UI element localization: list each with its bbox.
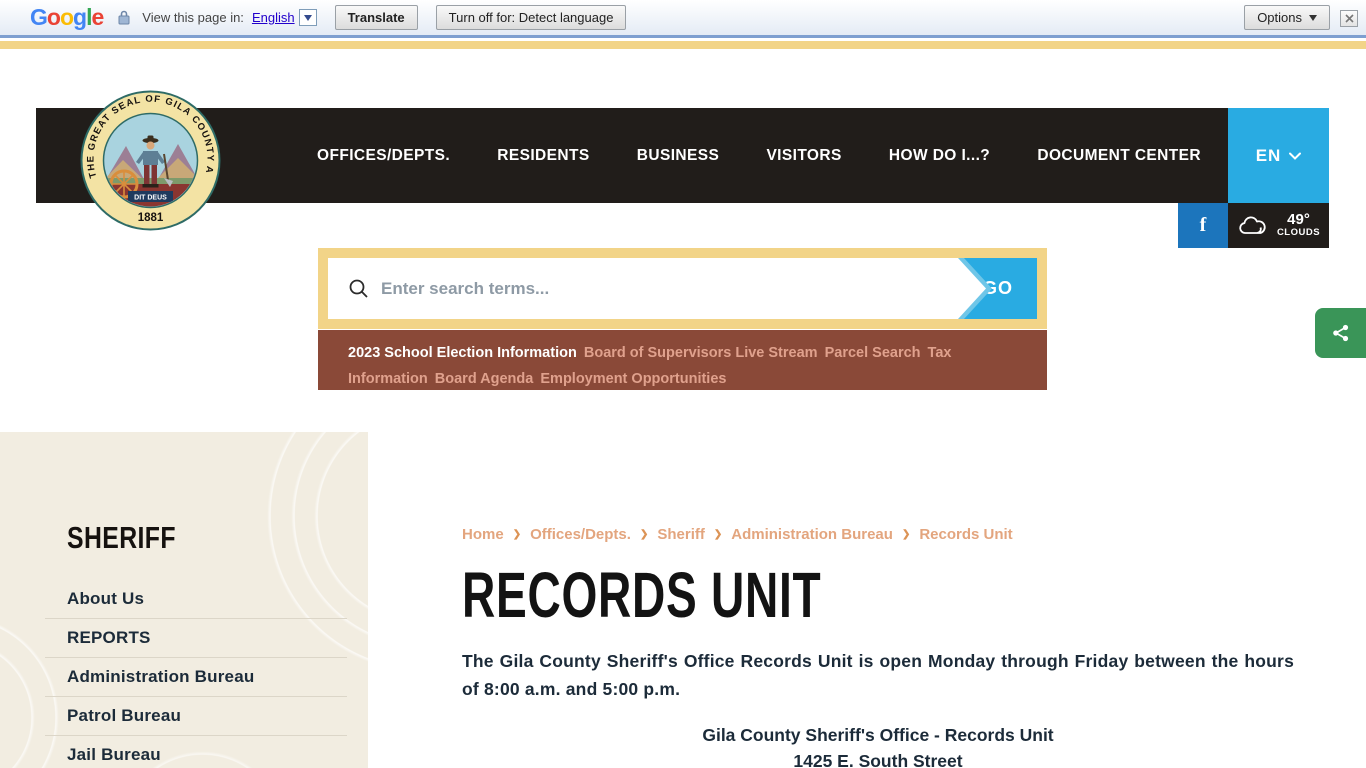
- facebook-icon: f: [1200, 214, 1207, 237]
- sidebar-item-label: Patrol Bureau: [45, 697, 347, 735]
- turn-off-button[interactable]: Turn off for: Detect language: [436, 5, 627, 30]
- language-code: EN: [1256, 146, 1282, 166]
- nav-residents[interactable]: RESIDENTS: [497, 147, 589, 165]
- sidebar-item-label: Jail Bureau: [45, 736, 347, 768]
- nav-how-do-i[interactable]: HOW DO I...?: [889, 147, 990, 165]
- nav-document-center[interactable]: DOCUMENT CENTER: [1037, 147, 1201, 165]
- breadcrumb-separator-icon: ❯: [513, 529, 521, 540]
- breadcrumb-current-records-unit: Records Unit: [919, 526, 1012, 543]
- office-address: Gila County Sheriff's Office - Records U…: [462, 722, 1294, 768]
- breadcrumb-administration-bureau[interactable]: Administration Bureau: [731, 526, 893, 543]
- quick-link-live-stream[interactable]: Board of Supervisors Live Stream: [584, 345, 818, 361]
- intro-paragraph: The Gila County Sheriff's Office Records…: [462, 648, 1294, 703]
- quick-link-employment[interactable]: Employment Opportunities: [540, 371, 726, 387]
- quick-link-parcel-search[interactable]: Parcel Search: [825, 345, 921, 361]
- cloud-icon: [1237, 216, 1267, 236]
- chevron-down-icon: [1289, 152, 1301, 160]
- seal-motto: DIT DEUS: [134, 195, 167, 202]
- dropdown-arrow-icon: [1309, 15, 1317, 21]
- facebook-button[interactable]: f: [1178, 203, 1228, 248]
- sidebar-menu: About Us REPORTS Administration Bureau P…: [45, 580, 347, 768]
- breadcrumb-offices-depts[interactable]: Offices/Depts.: [530, 526, 631, 543]
- sidebar-item-label: REPORTS: [45, 619, 347, 657]
- page-title: RECORDS UNIT: [462, 558, 821, 632]
- dropdown-arrow-icon: [304, 15, 312, 21]
- main-nav: OFFICES/DEPTS. RESIDENTS BUSINESS VISITO…: [317, 108, 1201, 203]
- address-street: 1425 E. South Street: [462, 748, 1294, 768]
- accent-strip: [0, 41, 1366, 49]
- lock-icon: [118, 10, 130, 25]
- gila-county-seal-logo[interactable]: DIT DEUS THE GREAT SEAL OF GILA COUNTY A…: [78, 88, 223, 233]
- page: Google View this page in: English Transl…: [0, 0, 1366, 768]
- nav-business[interactable]: BUSINESS: [637, 147, 719, 165]
- language-dropdown-button[interactable]: [299, 9, 317, 26]
- close-translate-bar-button[interactable]: [1340, 10, 1358, 27]
- weather-condition: CLOUDS: [1277, 227, 1320, 238]
- quick-link-board-agenda[interactable]: Board Agenda: [435, 371, 534, 387]
- google-translate-bar: Google View this page in: English Transl…: [0, 0, 1366, 38]
- sidebar-item-reports[interactable]: REPORTS: [45, 619, 347, 658]
- search-icon: [348, 278, 369, 299]
- language-selector[interactable]: EN: [1228, 108, 1329, 203]
- breadcrumb-separator-icon: ❯: [640, 529, 648, 540]
- breadcrumb-separator-icon: ❯: [714, 529, 722, 540]
- google-logo: Google: [30, 4, 103, 31]
- translate-button[interactable]: Translate: [335, 5, 418, 30]
- search-bar: GO: [318, 248, 1047, 329]
- breadcrumb-sheriff[interactable]: Sheriff: [657, 526, 705, 543]
- share-icon: [1332, 324, 1350, 342]
- sidebar-item-about-us[interactable]: About Us: [45, 580, 347, 619]
- nav-offices-depts[interactable]: OFFICES/DEPTS.: [317, 147, 450, 165]
- sidebar-item-label: About Us: [45, 580, 347, 618]
- sidebar-item-administration-bureau[interactable]: Administration Bureau: [45, 658, 347, 697]
- sidebar-item-label: Administration Bureau: [45, 658, 347, 696]
- breadcrumb: Home ❯ Offices/Depts. ❯ Sheriff ❯ Admini…: [462, 526, 1013, 543]
- language-link[interactable]: English: [252, 10, 295, 25]
- sidebar: SHERIFF About Us REPORTS Administration …: [0, 432, 368, 768]
- search-field: [328, 258, 986, 319]
- quick-link-election[interactable]: 2023 School Election Information: [348, 345, 577, 361]
- options-button[interactable]: Options: [1244, 5, 1330, 30]
- options-label: Options: [1257, 10, 1302, 25]
- breadcrumb-separator-icon: ❯: [902, 529, 910, 540]
- weather-temperature: 49°: [1277, 213, 1320, 227]
- address-name: Gila County Sheriff's Office - Records U…: [462, 722, 1294, 748]
- close-icon: [1345, 14, 1354, 23]
- breadcrumb-home[interactable]: Home: [462, 526, 504, 543]
- sidebar-item-patrol-bureau[interactable]: Patrol Bureau: [45, 697, 347, 736]
- sidebar-title: SHERIFF: [67, 520, 176, 556]
- share-button[interactable]: [1315, 308, 1366, 358]
- quick-links-banner: 2023 School Election Information Board o…: [318, 330, 1047, 390]
- search-input[interactable]: [381, 279, 901, 299]
- weather-widget: 49° CLOUDS: [1228, 203, 1329, 248]
- seal-year: 1881: [138, 212, 164, 224]
- view-page-label: View this page in:: [142, 10, 244, 25]
- sidebar-item-jail-bureau[interactable]: Jail Bureau: [45, 736, 347, 768]
- nav-visitors[interactable]: VISITORS: [766, 147, 841, 165]
